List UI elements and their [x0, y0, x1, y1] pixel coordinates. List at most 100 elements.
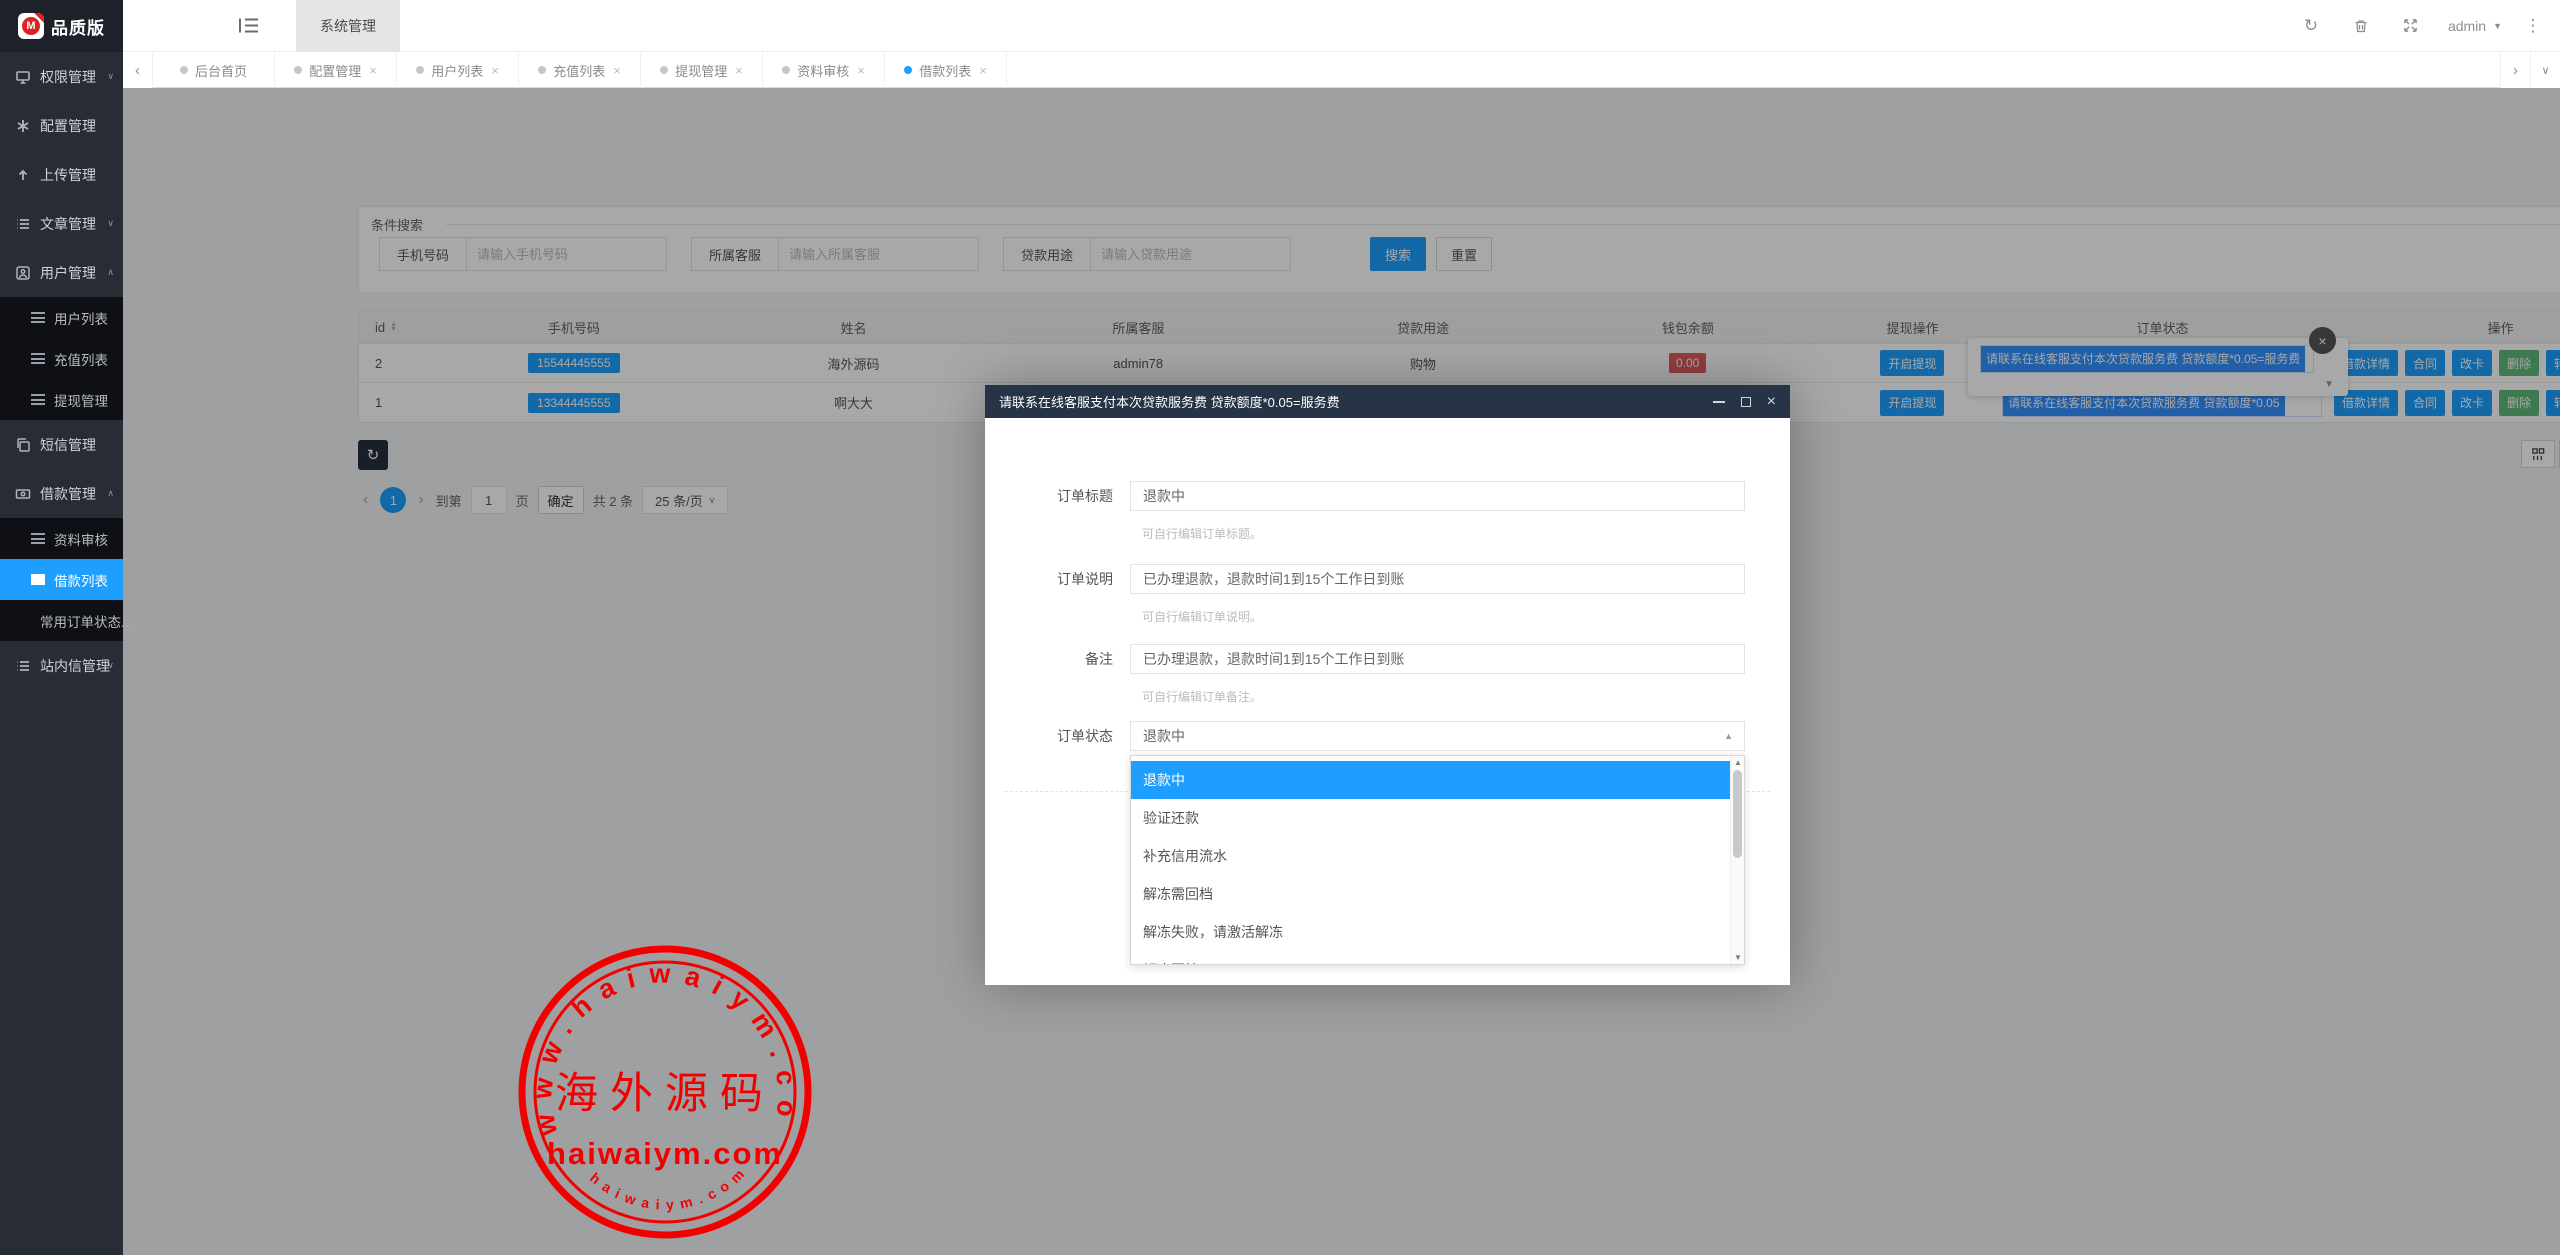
bars-icon	[31, 394, 45, 405]
order-title-input[interactable]	[1130, 481, 1745, 511]
modal-titlebar: 请联系在线客服支付本次贷款服务费 贷款额度*0.05=服务费 ×	[985, 385, 1790, 418]
tab-dot	[416, 66, 424, 74]
maximize-icon[interactable]	[1741, 397, 1751, 407]
field-hint: 可自行编辑订单说明。	[1142, 608, 1262, 625]
sidebar-item-loan-list[interactable]: 借款列表	[0, 559, 123, 600]
close-tab-icon[interactable]: ×	[369, 63, 377, 78]
asterisk-icon	[15, 118, 31, 134]
sidebar-item-permissions[interactable]: 权限管理 ∨	[0, 52, 123, 101]
chevron-down-icon: ∨	[107, 218, 114, 229]
refresh-icon[interactable]: ↻	[2286, 16, 2336, 36]
dropdown-option[interactable]: 解冻回档	[1131, 951, 1731, 965]
sidebar-item-label: 借款管理	[40, 484, 96, 504]
chevron-down-icon: ▼	[2493, 21, 2502, 31]
user-menu[interactable]: admin ▼	[2448, 18, 2502, 34]
sidebar-item-user-list[interactable]: 用户列表	[0, 297, 123, 338]
sidebar-item-label: 文章管理	[40, 214, 96, 234]
dropdown-option[interactable]: 补充信用流水	[1131, 837, 1731, 875]
modal-body: 订单标题 可自行编辑订单标题。 订单说明 可自行编辑订单说明。 备注 可自行编辑…	[985, 418, 1790, 985]
sidebar-item-label: 上传管理	[40, 165, 96, 185]
sidebar-item-data-review[interactable]: 资料审核	[0, 518, 123, 559]
tab-dot	[904, 66, 912, 74]
tab-config[interactable]: 配置管理×	[275, 52, 397, 88]
scroll-up-icon[interactable]: ▲	[1731, 756, 1745, 769]
collapse-sidebar-icon[interactable]	[239, 17, 259, 34]
chevron-up-icon: ∧	[107, 267, 114, 278]
tab-withdraw-mgmt[interactable]: 提现管理×	[641, 52, 763, 88]
field-label-order-desc: 订单说明	[985, 564, 1113, 594]
field-label-remark: 备注	[985, 644, 1113, 674]
close-tab-icon[interactable]: ×	[491, 63, 499, 78]
copy-icon	[15, 437, 31, 453]
tabs: 后台首页 配置管理× 用户列表× 充值列表× 提现管理× 资料审核× 借款列表×	[153, 52, 1007, 88]
sidebar-item-label: 短信管理	[40, 435, 96, 455]
app-title: 品质版	[51, 14, 105, 39]
chevron-down-icon: ∨	[107, 71, 114, 82]
monitor-icon	[15, 69, 31, 85]
submenu-loans: 资料审核 借款列表 常用订单状态...	[0, 518, 123, 641]
dropdown-option[interactable]: 解冻失败，请激活解冻	[1131, 913, 1731, 951]
tabs-menu-icon[interactable]: ∨	[2530, 52, 2560, 88]
sidebar-item-articles[interactable]: 文章管理 ∨	[0, 199, 123, 248]
tab-dot	[294, 66, 302, 74]
scrollbar-thumb[interactable]	[1733, 770, 1742, 858]
sidebar-item-label: 站内信管理	[40, 656, 110, 676]
sidebar-item-loans[interactable]: 借款管理 ∧	[0, 469, 123, 518]
tab-data-review[interactable]: 资料审核×	[763, 52, 885, 88]
sidebar-item-config[interactable]: 配置管理	[0, 101, 123, 150]
tab-dot	[660, 66, 668, 74]
sidebar-item-users[interactable]: 用户管理 ∧	[0, 248, 123, 297]
sidebar-item-label: 用户管理	[40, 263, 96, 283]
sidebar: M 品质版 权限管理 ∨ 配置管理 上传管理 文章管理 ∨ 用户管理 ∧	[0, 0, 123, 1255]
close-tab-icon[interactable]: ×	[857, 63, 865, 78]
modal-title: 请联系在线客服支付本次贷款服务费 贷款额度*0.05=服务费	[999, 392, 1697, 411]
open-tabs-bar: ‹ 后台首页 配置管理× 用户列表× 充值列表× 提现管理× 资料审核× 借款列…	[123, 52, 2560, 88]
close-tab-icon[interactable]: ×	[979, 63, 987, 78]
dropdown-option[interactable]: 退款中	[1131, 761, 1731, 799]
tab-recharge-list[interactable]: 充值列表×	[519, 52, 641, 88]
list-icon	[15, 216, 31, 232]
user-icon	[15, 265, 31, 281]
chevron-down-icon: ∨	[107, 660, 114, 671]
close-tab-icon[interactable]: ×	[613, 63, 621, 78]
close-tab-icon[interactable]: ×	[735, 63, 743, 78]
tab-loan-list[interactable]: 借款列表×	[885, 52, 1007, 88]
minimize-icon[interactable]	[1713, 401, 1725, 403]
trash-icon[interactable]	[2336, 17, 2386, 35]
sidebar-item-label: 权限管理	[40, 67, 96, 87]
sidebar-item-order-status[interactable]: 常用订单状态...	[0, 600, 123, 641]
submenu-users: 用户列表 充值列表 提现管理	[0, 297, 123, 420]
upload-icon	[15, 167, 31, 183]
order-status-modal: 请联系在线客服支付本次贷款服务费 贷款额度*0.05=服务费 × 订单标题 可自…	[985, 385, 1790, 985]
tab-dot	[782, 66, 790, 74]
fullscreen-icon[interactable]	[2386, 17, 2436, 35]
bank-logo-icon: M	[22, 17, 40, 35]
tab-user-list[interactable]: 用户列表×	[397, 52, 519, 88]
dropdown-option[interactable]: 验证还款	[1131, 799, 1731, 837]
order-status-select[interactable]: 退款中 ▲	[1130, 721, 1745, 751]
list-icon	[15, 658, 31, 674]
field-hint: 可自行编辑订单备注。	[1142, 688, 1262, 705]
dropdown-option[interactable]: 解冻需回档	[1131, 875, 1731, 913]
sidebar-item-upload[interactable]: 上传管理	[0, 150, 123, 199]
remark-input[interactable]	[1130, 644, 1745, 674]
bars-icon	[31, 312, 45, 323]
order-desc-input[interactable]	[1130, 564, 1745, 594]
sidebar-item-site-messages[interactable]: 站内信管理 ∨	[0, 641, 123, 690]
tab-home[interactable]: 后台首页	[153, 52, 275, 88]
nav-tab-system[interactable]: 系统管理	[296, 0, 400, 52]
bars-icon	[31, 533, 45, 544]
field-label-order-status: 订单状态	[985, 721, 1113, 751]
tabs-scroll-left[interactable]: ‹	[123, 52, 153, 88]
more-menu-icon[interactable]: ⋮	[2520, 16, 2546, 36]
tabs-scroll-right[interactable]: ›	[2500, 52, 2530, 88]
dropdown-scrollbar[interactable]: ▲ ▼	[1730, 756, 1744, 964]
sidebar-item-sms[interactable]: 短信管理	[0, 420, 123, 469]
close-icon[interactable]: ×	[1767, 394, 1776, 410]
sidebar-item-recharge-list[interactable]: 充值列表	[0, 338, 123, 379]
username: admin	[2448, 18, 2486, 34]
top-navbar: 系统管理 ↻ admin ▼ ⋮	[123, 0, 2560, 52]
sidebar-item-withdraw-mgmt[interactable]: 提现管理	[0, 379, 123, 420]
chevron-up-icon: ∧	[107, 488, 114, 499]
scroll-down-icon[interactable]: ▼	[1731, 951, 1745, 964]
